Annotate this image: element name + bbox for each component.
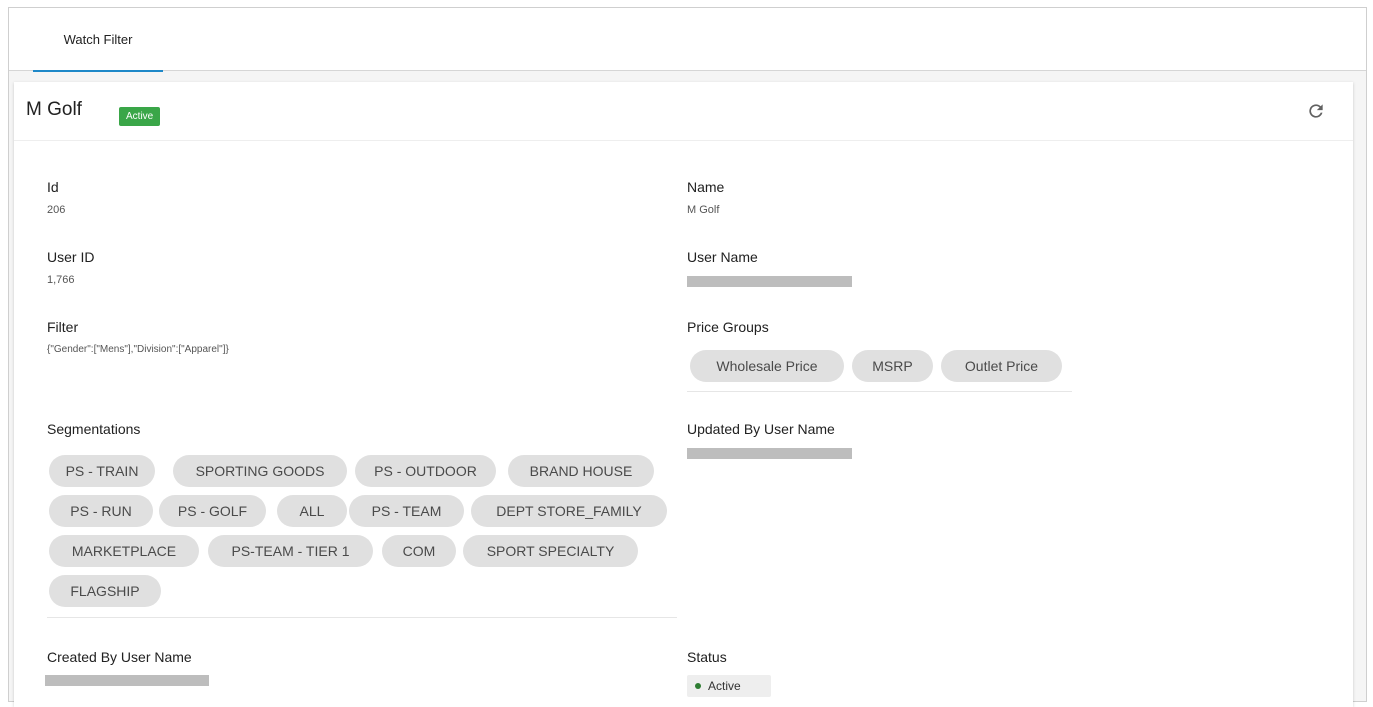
name-value: M Golf bbox=[687, 204, 720, 216]
id-value: 206 bbox=[47, 204, 66, 216]
segmentation-chip[interactable]: SPORTING GOODS bbox=[173, 455, 347, 487]
tab-label: Watch Filter bbox=[63, 32, 133, 47]
segmentation-chip[interactable]: PS - GOLF bbox=[159, 495, 266, 527]
active-tab-indicator bbox=[33, 70, 163, 72]
updated-by-label: Updated By User Name bbox=[687, 421, 835, 437]
user-name-label: User Name bbox=[687, 249, 758, 265]
segmentation-chip[interactable]: PS - RUN bbox=[49, 495, 153, 527]
created-by-label: Created By User Name bbox=[47, 649, 192, 665]
user-id-value: 1,766 bbox=[47, 274, 75, 286]
tab-bar: Watch Filter bbox=[9, 8, 1366, 72]
segmentation-chip[interactable]: ALL bbox=[277, 495, 347, 527]
divider bbox=[47, 617, 677, 618]
segmentation-chip[interactable]: BRAND HOUSE bbox=[508, 455, 654, 487]
segmentations-label: Segmentations bbox=[47, 421, 141, 437]
tab-watch-filter[interactable]: Watch Filter bbox=[33, 8, 163, 72]
status-indicator: Active bbox=[687, 675, 771, 697]
filter-label: Filter bbox=[47, 319, 79, 335]
status-dot-icon bbox=[695, 682, 701, 689]
price-groups-label: Price Groups bbox=[687, 319, 769, 335]
segmentation-chip[interactable]: DEPT STORE_FAMILY bbox=[471, 495, 667, 527]
detail-card: M Golf Active Id 206 User ID 1,766 Filte… bbox=[14, 82, 1353, 707]
app-frame: Watch Filter M Golf Active Id 206 User I… bbox=[8, 7, 1367, 707]
page-title: M Golf bbox=[26, 99, 82, 120]
status-value: Active bbox=[708, 679, 741, 693]
segmentation-chip[interactable]: PS - TEAM bbox=[349, 495, 464, 527]
status-label: Status bbox=[687, 649, 727, 665]
segmentation-chip[interactable]: COM bbox=[382, 535, 456, 567]
divider bbox=[687, 391, 1072, 392]
name-label: Name bbox=[687, 179, 725, 195]
updated-by-redacted-value bbox=[687, 448, 852, 459]
refresh-icon[interactable] bbox=[1306, 101, 1326, 121]
user-id-label: User ID bbox=[47, 249, 95, 265]
filter-value: {"Gender":["Mens"],"Division":["Apparel"… bbox=[47, 344, 229, 355]
price-group-chip[interactable]: MSRP bbox=[852, 350, 933, 382]
status-badge: Active bbox=[119, 107, 161, 126]
segmentation-chip[interactable]: PS-TEAM - TIER 1 bbox=[208, 535, 373, 567]
segmentation-chip[interactable]: PS - TRAIN bbox=[49, 455, 155, 487]
segmentation-chip[interactable]: FLAGSHIP bbox=[49, 575, 161, 607]
segmentation-chip[interactable]: MARKETPLACE bbox=[49, 535, 199, 567]
segmentation-chip[interactable]: SPORT SPECIALTY bbox=[463, 535, 638, 567]
price-group-chip[interactable]: Outlet Price bbox=[941, 350, 1062, 382]
price-group-chip[interactable]: Wholesale Price bbox=[690, 350, 844, 382]
user-name-redacted-value bbox=[687, 276, 852, 287]
card-header: M Golf Active bbox=[14, 82, 1353, 141]
segmentation-chip[interactable]: PS - OUTDOOR bbox=[355, 455, 496, 487]
created-by-redacted-value bbox=[45, 675, 209, 686]
id-label: Id bbox=[47, 179, 59, 195]
